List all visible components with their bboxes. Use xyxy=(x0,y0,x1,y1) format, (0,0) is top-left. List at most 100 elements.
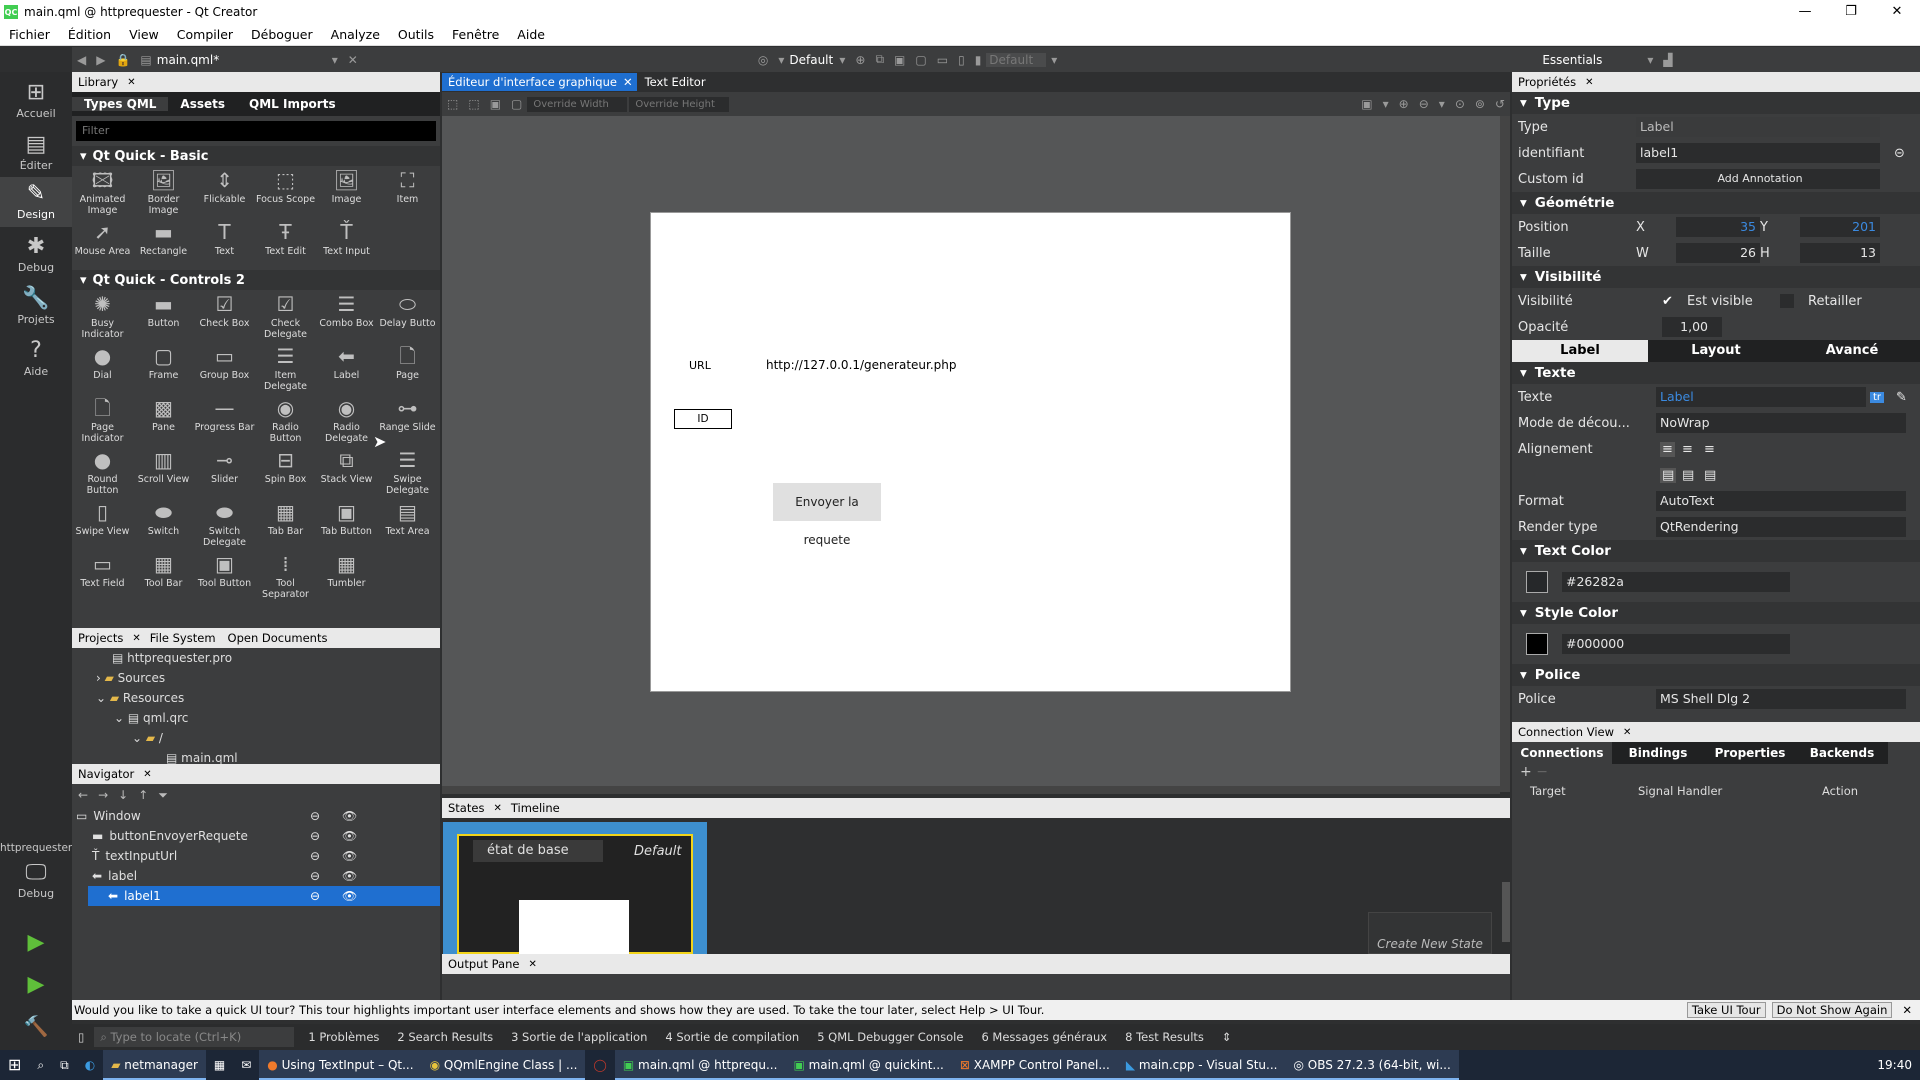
copy-icon[interactable]: ⧉ xyxy=(875,52,884,67)
eye-icon[interactable]: 👁 xyxy=(342,866,357,886)
close-icon[interactable]: ✕ xyxy=(490,803,504,814)
chevron-down-icon[interactable]: ▾ xyxy=(1647,53,1653,67)
id-field[interactable]: label1 xyxy=(1636,143,1880,163)
mode-welcome[interactable]: ⊞ Accueil xyxy=(0,80,72,128)
library-item[interactable]: ⊟ Spin Box xyxy=(255,446,316,498)
mode-edit[interactable]: ▤ Éditer xyxy=(0,132,72,180)
library-tab[interactable]: Library xyxy=(72,75,124,89)
url-text-input[interactable]: http://127.0.0.1/generateur.php xyxy=(766,358,957,372)
export-icon[interactable]: ⊖ xyxy=(310,806,320,826)
opera-icon[interactable]: ◯ xyxy=(585,1050,614,1080)
library-item[interactable]: ◉ Radio Delegate xyxy=(316,394,377,446)
close-icon[interactable]: ✕ xyxy=(1902,1003,1912,1017)
library-item[interactable]: 🖼 Image xyxy=(316,166,377,218)
style-color-swatch[interactable] xyxy=(1526,633,1548,655)
mode-help[interactable]: ? Aide xyxy=(0,338,72,386)
align-middle-icon[interactable]: ▤ xyxy=(1682,468,1694,483)
edge-icon[interactable]: ◐ xyxy=(77,1050,103,1080)
style-color-field[interactable]: #000000 xyxy=(1562,634,1790,654)
id-label-selected[interactable]: ID xyxy=(674,409,732,429)
align-icon[interactable]: ▭ xyxy=(937,53,948,67)
tree-item[interactable]: ⌄ ▤ qml.qrc xyxy=(72,708,440,728)
build-button[interactable]: 🔨 xyxy=(0,1014,72,1038)
debug-run-button[interactable]: ▶ xyxy=(0,972,72,997)
workspace-selector[interactable]: Essentials xyxy=(1542,53,1642,67)
library-item[interactable]: ● Round Button xyxy=(72,446,133,498)
library-filter-input[interactable]: Filter xyxy=(76,121,436,141)
tab-label[interactable]: Label xyxy=(1512,340,1648,362)
open-file-selector[interactable]: main.qml* xyxy=(156,52,327,67)
chevron-down-icon[interactable]: ▾ xyxy=(778,53,784,67)
library-item[interactable]: ➚ Mouse Area xyxy=(72,218,133,270)
pane-compile-output[interactable]: 4 Sortie de compilation xyxy=(665,1030,799,1044)
minimize-button[interactable]: — xyxy=(1782,0,1828,24)
override-height-input[interactable]: Override Height xyxy=(629,96,730,112)
style-selector-2[interactable]: Default xyxy=(986,52,1047,67)
section-qt-quick-controls-2[interactable]: ▾ Qt Quick - Controls 2 xyxy=(72,270,440,290)
create-new-state-button[interactable]: Create New State xyxy=(1368,912,1492,954)
fit-2-icon[interactable]: ▢ xyxy=(915,53,926,67)
mode-debug[interactable]: ✱ Debug xyxy=(0,234,72,282)
pane-problems[interactable]: 1 Problèmes xyxy=(308,1030,379,1044)
tree-item[interactable]: ⌄ ▰ Resources xyxy=(72,688,440,708)
section-geometry[interactable]: ▾ Géométrie xyxy=(1512,192,1920,214)
tab-qml-imports[interactable]: QML Imports xyxy=(237,97,348,111)
tab-graphical-editor[interactable]: Éditeur d'interface graphique xyxy=(442,73,623,91)
tab-types-qml[interactable]: Types QML xyxy=(72,97,169,111)
library-item[interactable]: ☰ Item Delegate xyxy=(255,342,316,394)
align-top-icon[interactable]: ▤ xyxy=(1660,467,1677,483)
library-item[interactable]: ▦ Tab Bar xyxy=(255,498,316,550)
add-annotation-button[interactable]: Add Annotation xyxy=(1636,169,1880,189)
states-scrollbar[interactable] xyxy=(1502,882,1510,942)
chevron-down-icon[interactable]: ▾ xyxy=(1383,97,1389,111)
pane-general-messages[interactable]: 6 Messages généraux xyxy=(981,1030,1107,1044)
navigator-item-label1[interactable]: ⬅ label1 ⊖ 👁 xyxy=(88,886,440,906)
section-visibility[interactable]: ▾ Visibilité xyxy=(1512,266,1920,288)
library-item[interactable]: ☑ Check Delegate xyxy=(255,290,316,342)
pane-search-results[interactable]: 2 Search Results xyxy=(397,1030,493,1044)
close-icon[interactable]: ✕ xyxy=(525,959,539,970)
pane-qml-debugger[interactable]: 5 QML Debugger Console xyxy=(817,1030,963,1044)
eye-icon[interactable]: 👁 xyxy=(342,806,357,826)
run-button[interactable]: ▶ xyxy=(0,930,72,955)
export-icon[interactable]: ⊖ xyxy=(310,846,320,866)
task-visual-studio[interactable]: ◣ main.cpp - Visual Stu... xyxy=(1117,1050,1286,1080)
close-button[interactable]: ✕ xyxy=(1874,0,1920,24)
task-chrome[interactable]: ◉ QQmlEngine Class | ... xyxy=(421,1050,586,1080)
reset-view-icon[interactable]: ⊕ xyxy=(855,53,865,67)
menu-view[interactable]: View xyxy=(120,27,168,42)
library-item[interactable]: Ť Text Input xyxy=(316,218,377,270)
font-select[interactable]: MS Shell Dlg 2 xyxy=(1656,689,1906,709)
tab-output-pane[interactable]: Output Pane xyxy=(442,957,525,971)
y-spinbox[interactable]: 201 xyxy=(1800,217,1880,237)
section-text[interactable]: ▾ Texte xyxy=(1512,362,1920,384)
library-item[interactable]: ⁞ Tool Separator xyxy=(255,550,316,602)
task-firefox[interactable]: ● Using TextInput – Qt... xyxy=(259,1050,422,1080)
library-item[interactable]: ▯ Swipe View xyxy=(72,498,133,550)
chevron-down-icon[interactable]: ▾ xyxy=(839,53,845,67)
library-item[interactable]: ▥ Scroll View xyxy=(133,446,194,498)
panel-icon[interactable]: ▟ xyxy=(1663,53,1672,67)
tab-advanced[interactable]: Avancé xyxy=(1784,340,1920,362)
task-xampp[interactable]: ⊠ XAMPP Control Panel... xyxy=(951,1050,1118,1080)
anchor-icon[interactable]: ▣ xyxy=(490,97,501,111)
url-label[interactable]: URL xyxy=(689,359,711,372)
render-type-select[interactable]: QtRendering xyxy=(1656,517,1906,537)
library-item[interactable]: 🗋 Page Indicator xyxy=(72,394,133,446)
library-item[interactable]: 🖾 Animated Image xyxy=(72,166,133,218)
zoom-in-icon[interactable]: ⊕ xyxy=(1399,97,1409,111)
section-style-color[interactable]: ▾ Style Color xyxy=(1512,602,1920,624)
tab-connection-view[interactable]: Connection View xyxy=(1512,725,1620,739)
library-item[interactable]: 🗋 Page xyxy=(377,342,438,394)
section-text-color[interactable]: ▾ Text Color xyxy=(1512,540,1920,562)
align-center-icon[interactable]: ≡ xyxy=(1682,442,1693,457)
toggle-sidebar-icon[interactable]: ▯ xyxy=(78,1030,84,1044)
edit-icon[interactable]: ✎ xyxy=(1896,390,1907,405)
align-2-icon[interactable]: ▯ xyxy=(958,53,965,67)
clip-checkbox[interactable] xyxy=(1780,294,1794,308)
take-ui-tour-button[interactable]: Take UI Tour xyxy=(1686,1002,1766,1018)
library-item[interactable]: T Text xyxy=(194,218,255,270)
section-type[interactable]: ▾ Type xyxy=(1512,92,1920,114)
library-item[interactable]: ◉ Radio Button xyxy=(255,394,316,446)
state-name-input[interactable]: état de base xyxy=(473,840,603,862)
